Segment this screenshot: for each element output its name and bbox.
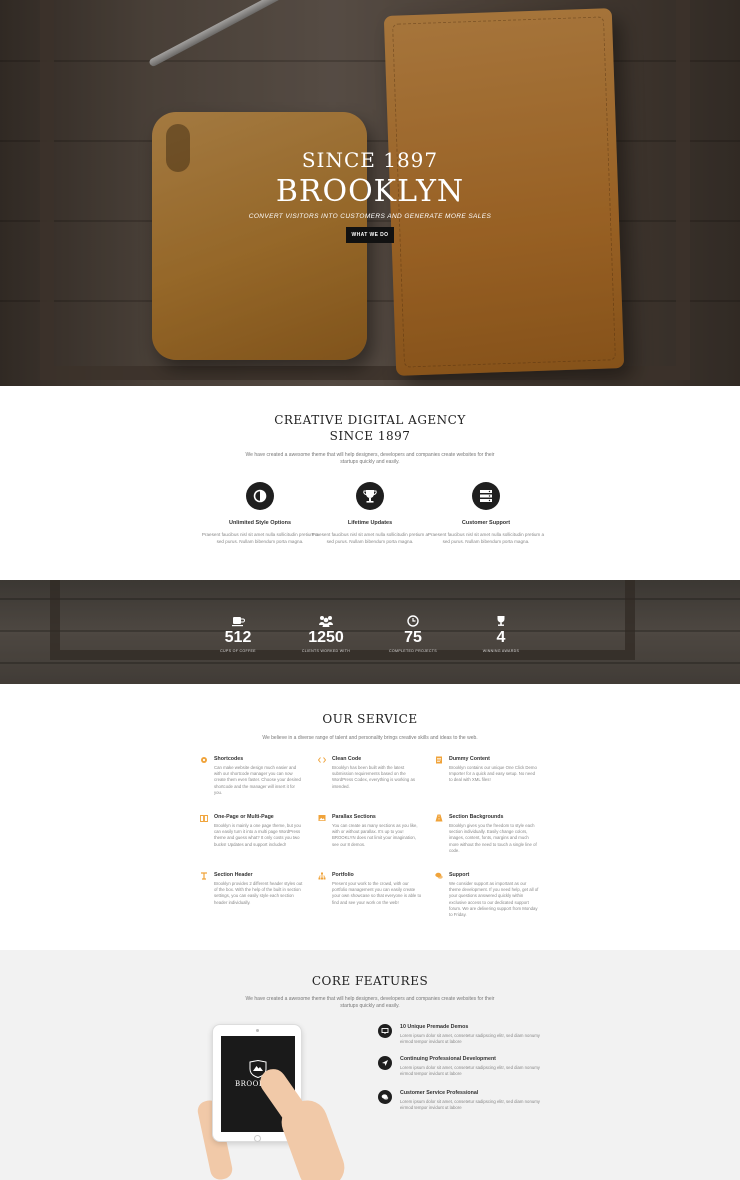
feature-lifetime-updates: Lifetime Updates Praesent faucibus nisl … [308,482,432,545]
feature-customer-support: Customer Support Praesent faucibus nisl … [424,482,548,545]
hero-section: SINCE 1897 BROOKLYN CONVERT VISITORS INT… [0,0,740,386]
book-icon [200,815,208,822]
stat-awards: 4 WINNING AWARDS [471,614,531,653]
core-features-section: CORE FEATURES We have created a awesome … [0,950,740,1180]
core-intro: We have created a awesome theme that wil… [245,996,495,1009]
service-support: Support We consider support as important… [435,872,539,918]
service-section-header: Section Header Brooklyn provides 2 diffe… [200,872,304,906]
service-portfolio: Portfolio Present your work to the crowd… [318,872,422,906]
paper-plane-icon [378,1056,392,1070]
service-title: OUR SERVICE [322,712,418,726]
header-icon [201,872,207,880]
image-icon [318,815,326,821]
core-feature-development: Continuing Professional Development Lore… [378,1056,548,1077]
core-feature-demos: 10 Unique Premade Demos Lorem ipsum dolo… [378,1024,548,1045]
coffee-cup-icon [208,614,268,627]
hero-title: BROOKLYN [275,174,465,209]
stat-clients: 1250 CLIENTS WORKED WITH [296,614,356,653]
service-one-page: One-Page or Multi-Page Brooklyn is mainl… [200,814,304,848]
what-we-do-button[interactable]: WHAT WE DO [345,227,395,243]
hero-since: SINCE 1897 [301,148,439,172]
service-shortcodes: Shortcodes Can make website design much … [200,756,304,796]
core-title: CORE FEATURES [311,974,429,988]
clock-icon [383,614,443,627]
service-parallax: Parallax Sections You can create as many… [318,814,422,848]
code-icon [318,757,326,763]
service-dummy-content: Dummy Content Brooklyn contains our uniq… [435,756,539,784]
stat-projects: 75 COMPLETED PROJECTS [383,614,443,653]
document-icon [436,756,442,764]
agency-section: CREATIVE DIGITAL AGENCY SINCE 1897 We ha… [0,386,740,580]
stat-coffee: 512 CUPS OF COFFEE [208,614,268,653]
right-hand-image [275,1094,351,1180]
agency-intro: We have created a awesome theme that wil… [245,452,495,465]
hero-subtitle: CONVERT VISITORS INTO CUSTOMERS AND GENE… [248,213,492,220]
gear-icon [201,757,207,763]
monitor-icon [378,1024,392,1038]
core-feature-service: Customer Service Professional Lorem ipsu… [378,1090,548,1111]
service-intro: We believe in a diverse range of talent … [262,735,478,741]
contrast-icon [246,482,274,510]
trophy-icon [471,614,531,626]
chat-icon [435,872,443,879]
agency-title: CREATIVE DIGITAL AGENCY SINCE 1897 [274,413,466,443]
stats-section: 512 CUPS OF COFFEE 1250 CLIENTS WORKED W… [0,580,740,684]
sitemap-icon [318,872,326,880]
users-icon [296,614,356,627]
feature-style-options: Unlimited Style Options Praesent faucibu… [198,482,322,545]
server-icon [472,482,500,510]
service-section: OUR SERVICE We believe in a diverse rang… [0,684,740,950]
speech-bubble-icon [378,1090,392,1104]
road-icon [435,814,443,822]
trophy-icon [356,482,384,510]
service-backgrounds: Section Backgrounds Brooklyn gives you t… [435,814,539,854]
service-clean-code: Clean Code Brooklyn has been built with … [318,756,422,790]
